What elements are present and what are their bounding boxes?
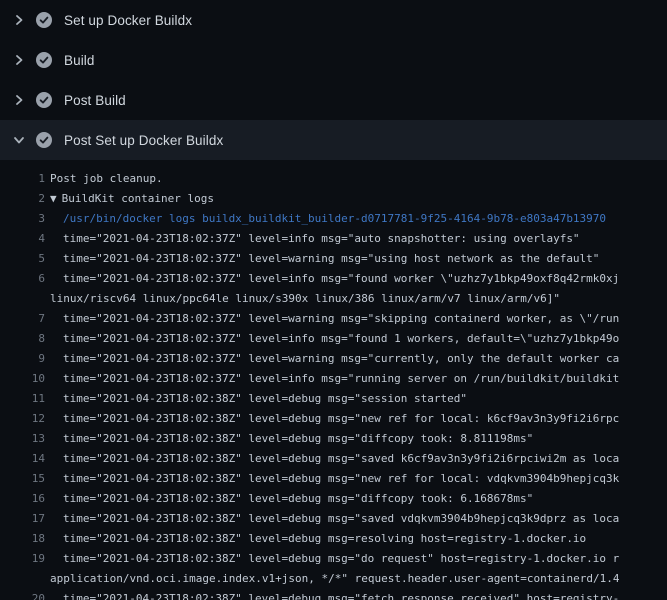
log-line-number[interactable]	[0, 289, 45, 309]
log-line-text: time="2021-04-23T18:02:38Z" level=debug …	[50, 409, 619, 429]
log-line-number[interactable]: 19	[0, 549, 45, 569]
log-command-text: /usr/bin/docker logs buildx_buildkit_bui…	[50, 209, 606, 229]
step-title: Set up Docker Buildx	[64, 13, 192, 28]
log-line: 9time="2021-04-23T18:02:37Z" level=warni…	[0, 349, 667, 369]
log-line-number[interactable]: 18	[0, 529, 45, 549]
log-line-number[interactable]: 6	[0, 269, 45, 289]
log-line-number[interactable]: 10	[0, 369, 45, 389]
log-line-text: time="2021-04-23T18:02:38Z" level=debug …	[50, 549, 619, 569]
chevron-right-icon	[13, 14, 25, 26]
log-line-text: linux/riscv64 linux/ppc64le linux/s390x …	[50, 289, 560, 309]
log-group-header-line[interactable]: 2 ▼ BuildKit container logs	[0, 189, 667, 209]
log-line-text: time="2021-04-23T18:02:37Z" level=info m…	[50, 369, 619, 389]
log-line-number[interactable]: 14	[0, 449, 45, 469]
log-line-number[interactable]: 12	[0, 409, 45, 429]
check-circle-icon	[36, 52, 52, 68]
step-header-post-build[interactable]: Post Build	[0, 80, 667, 120]
log-line-text: time="2021-04-23T18:02:38Z" level=debug …	[50, 489, 533, 509]
log-line-text: time="2021-04-23T18:02:37Z" level=info m…	[50, 329, 619, 349]
log-line-number[interactable]: 16	[0, 489, 45, 509]
log-line: 4time="2021-04-23T18:02:37Z" level=info …	[0, 229, 667, 249]
step-title: Post Build	[64, 93, 126, 108]
log-line-text: time="2021-04-23T18:02:37Z" level=warnin…	[50, 249, 599, 269]
log-line-number[interactable]: 20	[0, 589, 45, 600]
log-line-number[interactable]	[0, 569, 45, 589]
log-line-text: application/vnd.oci.image.index.v1+json,…	[50, 569, 620, 589]
step-header-post-set-up-docker-buildx[interactable]: Post Set up Docker Buildx	[0, 120, 667, 160]
log-line: 5time="2021-04-23T18:02:37Z" level=warni…	[0, 249, 667, 269]
chevron-right-icon	[13, 54, 25, 66]
step-title: Build	[64, 53, 95, 68]
log-line-text: time="2021-04-23T18:02:37Z" level=info m…	[50, 269, 619, 289]
log-line: 6time="2021-04-23T18:02:37Z" level=info …	[0, 269, 667, 289]
log-line-number[interactable]: 13	[0, 429, 45, 449]
log-line-number[interactable]: 7	[0, 309, 45, 329]
log-line: 17time="2021-04-23T18:02:38Z" level=debu…	[0, 509, 667, 529]
log-line: 10time="2021-04-23T18:02:37Z" level=info…	[0, 369, 667, 389]
log-line-number[interactable]: 3	[0, 209, 45, 229]
log-line: linux/riscv64 linux/ppc64le linux/s390x …	[0, 289, 667, 309]
log-line-number[interactable]: 2	[0, 189, 45, 209]
log-line-number[interactable]: 5	[0, 249, 45, 269]
log-line-number[interactable]: 4	[0, 229, 45, 249]
chevron-down-icon	[13, 134, 25, 146]
log-line-text: time="2021-04-23T18:02:38Z" level=debug …	[50, 429, 533, 449]
log-line: 20 time="2021-04-23T18:02:38Z" level=debu…	[0, 589, 667, 600]
log-group-title: BuildKit container logs	[62, 192, 214, 205]
log-line: 11time="2021-04-23T18:02:38Z" level=debu…	[0, 389, 667, 409]
log-line: application/vnd.oci.image.index.v1+json,…	[0, 569, 667, 589]
log-area: 1Post job cleanup.2 ▼ BuildKit container l…	[0, 160, 667, 600]
log-line-text: time="2021-04-23T18:02:38Z" level=debug …	[50, 469, 619, 489]
log-line: 3/usr/bin/docker logs buildx_buildkit_bu…	[0, 209, 667, 229]
log-line-text: time="2021-04-23T18:02:37Z" level=warnin…	[50, 309, 619, 329]
log-line: 7time="2021-04-23T18:02:37Z" level=warni…	[0, 309, 667, 329]
log-line-text: time="2021-04-23T18:02:38Z" level=debug …	[50, 509, 619, 529]
check-circle-icon	[36, 132, 52, 148]
log-line: 14time="2021-04-23T18:02:38Z" level=debu…	[0, 449, 667, 469]
log-line-text: time="2021-04-23T18:02:38Z" level=debug …	[50, 529, 586, 549]
log-line-text: time="2021-04-23T18:02:38Z" level=debug …	[50, 589, 619, 600]
log-line-number[interactable]: 8	[0, 329, 45, 349]
log-line: 19time="2021-04-23T18:02:38Z" level=debu…	[0, 549, 667, 569]
log-line: 12time="2021-04-23T18:02:38Z" level=debu…	[0, 409, 667, 429]
log-line: 15time="2021-04-23T18:02:38Z" level=debu…	[0, 469, 667, 489]
log-line-text: time="2021-04-23T18:02:38Z" level=debug …	[50, 449, 619, 469]
step-title: Post Set up Docker Buildx	[64, 133, 223, 148]
check-circle-icon	[36, 92, 52, 108]
triangle-down-icon[interactable]: ▼	[50, 192, 57, 205]
log-line: 18time="2021-04-23T18:02:38Z" level=debu…	[0, 529, 667, 549]
log-line-text: Post job cleanup.	[50, 169, 163, 189]
log-line: 13time="2021-04-23T18:02:38Z" level=debu…	[0, 429, 667, 449]
check-circle-icon	[36, 12, 52, 28]
log-line-number[interactable]: 1	[0, 169, 45, 189]
log-line-text: time="2021-04-23T18:02:37Z" level=info m…	[50, 229, 580, 249]
actions-log-viewer: Set up Docker Buildx Build Post Build Po…	[0, 0, 667, 600]
log-line-number[interactable]: 11	[0, 389, 45, 409]
log-line-text: time="2021-04-23T18:02:38Z" level=debug …	[50, 389, 467, 409]
log-line: 8time="2021-04-23T18:02:37Z" level=info …	[0, 329, 667, 349]
log-line-text: time="2021-04-23T18:02:37Z" level=warnin…	[50, 349, 619, 369]
log-line-number[interactable]: 17	[0, 509, 45, 529]
log-line: 1Post job cleanup.	[0, 169, 667, 189]
log-line: 16time="2021-04-23T18:02:38Z" level=debu…	[0, 489, 667, 509]
chevron-right-icon	[13, 94, 25, 106]
step-header-set-up-docker-buildx[interactable]: Set up Docker Buildx	[0, 0, 667, 40]
log-line-text: ▼ BuildKit container logs	[50, 189, 214, 209]
step-header-build[interactable]: Build	[0, 40, 667, 80]
log-line-number[interactable]: 9	[0, 349, 45, 369]
log-line-number[interactable]: 15	[0, 469, 45, 489]
